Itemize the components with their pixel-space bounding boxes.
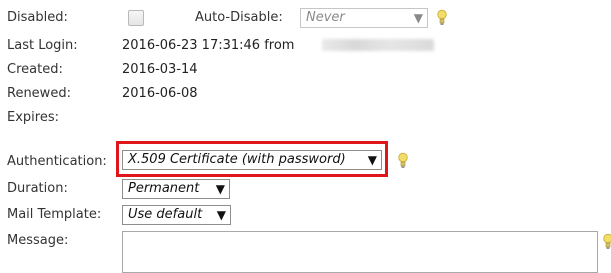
auto-disable-select[interactable]: Never ▼ xyxy=(300,8,428,28)
expires-label: Expires: xyxy=(7,110,59,125)
auto-disable-value: Never xyxy=(306,10,345,25)
auto-disable-label: Auto-Disable: xyxy=(195,10,283,25)
authentication-label: Authentication: xyxy=(7,154,107,169)
last-login-label: Last Login: xyxy=(7,38,78,53)
mail-template-label: Mail Template: xyxy=(7,207,102,222)
disabled-checkbox[interactable] xyxy=(128,10,144,26)
created-label: Created: xyxy=(7,62,63,77)
lightbulb-icon[interactable] xyxy=(398,152,408,170)
mail-template-select[interactable]: Use default ▼ xyxy=(122,205,231,225)
duration-value: Permanent xyxy=(128,181,200,196)
renewed-value: 2016-06-08 xyxy=(122,86,198,101)
authentication-select[interactable]: X.509 Certificate (with password) ▼ xyxy=(122,150,382,170)
disabled-label: Disabled: xyxy=(7,10,68,25)
renewed-label: Renewed: xyxy=(7,86,71,101)
created-value: 2016-03-14 xyxy=(122,62,198,77)
message-textarea[interactable] xyxy=(122,231,598,273)
chevron-down-icon: ▼ xyxy=(367,153,377,167)
duration-label: Duration: xyxy=(7,181,68,196)
authentication-value: X.509 Certificate (with password) xyxy=(128,152,346,167)
mail-template-value: Use default xyxy=(128,207,203,222)
message-label: Message: xyxy=(7,233,69,248)
lightbulb-icon[interactable] xyxy=(437,9,447,27)
chevron-down-icon: ▼ xyxy=(413,11,423,25)
chevron-down-icon: ▼ xyxy=(216,208,226,222)
last-login-value: 2016-06-23 17:31:46 from xyxy=(122,38,295,53)
duration-select[interactable]: Permanent ▼ xyxy=(122,179,230,199)
chevron-down-icon: ▼ xyxy=(215,182,225,196)
last-login-ip-redacted xyxy=(322,39,434,51)
lightbulb-icon[interactable] xyxy=(603,233,611,251)
